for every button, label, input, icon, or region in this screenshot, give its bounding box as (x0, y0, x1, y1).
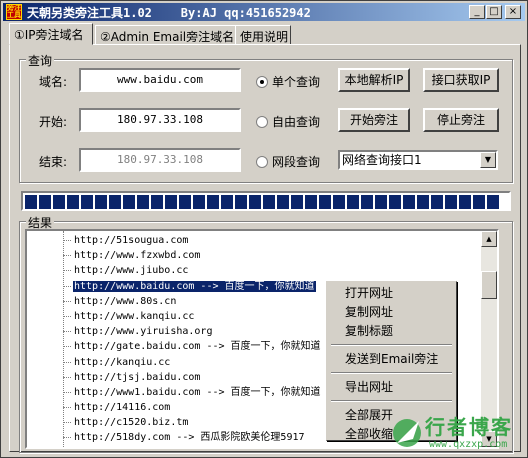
radio-single-label: 单个查询 (272, 75, 321, 89)
progress-block (53, 195, 65, 209)
api-get-ip-button[interactable]: 接口获取IP (423, 68, 499, 92)
tree-item-text: http://www.80s.cn (74, 295, 177, 307)
tree-item-text: http://kanqiu.cc (74, 356, 171, 368)
radio-free-query[interactable]: 自由查询 (256, 113, 320, 130)
progress-block (431, 195, 443, 209)
api-select-value: 网络查询接口1 (342, 153, 422, 167)
tree-item-text: http://tjsj.baidu.com (74, 371, 201, 383)
maximize-button[interactable]: □ (486, 5, 502, 19)
progress-block (81, 195, 93, 209)
context-menu-item[interactable]: 打开网址 (329, 284, 454, 303)
watermark-text: 行者博客 (425, 415, 513, 439)
progress-block (179, 195, 191, 209)
tree-item[interactable]: http://www.fzxwbd.com (27, 248, 483, 263)
context-menu-item[interactable]: 复制标题 (329, 322, 454, 341)
radio-dot-checked (256, 76, 268, 88)
radio-single-query[interactable]: 单个查询 (256, 73, 320, 90)
tree-item-text: http://www.yiruisha.org (74, 326, 213, 338)
progress-block (207, 195, 219, 209)
progress-block (263, 195, 275, 209)
chevron-down-icon[interactable]: ▼ (480, 152, 496, 168)
progress-block (319, 195, 331, 209)
radio-range-label: 网段查询 (272, 155, 321, 169)
tree-item-text: http://www.jiubo.cc (74, 265, 189, 277)
domain-input[interactable]: www.baidu.com (79, 68, 241, 92)
progress-block (445, 195, 457, 209)
progress-block (235, 195, 247, 209)
progress-block (487, 195, 499, 209)
progress-bar (21, 191, 511, 211)
progress-block (95, 195, 107, 209)
context-menu-item[interactable]: 复制网址 (329, 303, 454, 322)
progress-block (221, 195, 233, 209)
progress-block (39, 195, 51, 209)
tree-item-text: http://gate.baidu.com --> 百度一下，你就知道 (74, 341, 321, 353)
progress-block (333, 195, 345, 209)
progress-block (291, 195, 303, 209)
radio-range-query[interactable]: 网段查询 (256, 153, 320, 170)
title-bar[interactable]: 旁注工具 天朝另类旁注工具1.02 By:AJ qq:451652942 _ □… (3, 3, 525, 21)
tree-item-text: http://www.kanqiu.cc (74, 310, 195, 322)
minimize-button[interactable]: _ (469, 5, 485, 19)
tree-item-text: http://518dy.com --> 西瓜影院欧美伦理5917 (74, 432, 305, 444)
start-ip-input[interactable]: 180.97.33.108 (79, 108, 241, 132)
domain-label: 域名: (39, 75, 68, 89)
progress-block (193, 195, 205, 209)
close-button[interactable]: × (505, 5, 521, 19)
progress-block (389, 195, 401, 209)
tree-item-text: http://c1520.biz.tm (74, 417, 189, 429)
progress-block (67, 195, 79, 209)
query-group-label: 查询 (26, 52, 55, 69)
radio-free-label: 自由查询 (272, 115, 321, 129)
window-title: 天朝另类旁注工具1.02 By:AJ qq:451652942 (27, 6, 311, 20)
progress-block (403, 195, 415, 209)
radio-dot (256, 116, 268, 128)
tree-item[interactable]: http://www.jiubo.cc (27, 263, 483, 278)
tab-admin-email[interactable]: ②Admin Email旁注域名 (95, 25, 239, 45)
progress-block (123, 195, 135, 209)
menu-separator (331, 344, 452, 346)
menu-separator (331, 372, 452, 374)
context-menu-item[interactable]: 导出网址 (329, 378, 454, 397)
end-label: 结束: (39, 155, 68, 169)
main-window: 旁注工具 天朝另类旁注工具1.02 By:AJ qq:451652942 _ □… (0, 0, 528, 458)
progress-block (361, 195, 373, 209)
end-ip-input[interactable]: 180.97.33.108 (79, 148, 241, 172)
tree-item-text: http://51sougua.com (74, 235, 189, 246)
tree-item-text: http://www1.baidu.com --> 百度一下，你就知道 (74, 386, 321, 398)
progress-block (151, 195, 163, 209)
scroll-up-button[interactable]: ▲ (481, 231, 497, 247)
context-menu-item[interactable]: 发送到Email旁注 (329, 350, 454, 369)
progress-block (137, 195, 149, 209)
scroll-thumb[interactable] (481, 271, 497, 299)
tab-ip-domain[interactable]: ①IP旁注域名 (9, 23, 93, 45)
local-resolve-ip-button[interactable]: 本地解析IP (338, 68, 410, 92)
progress-block (277, 195, 289, 209)
progress-block (165, 195, 177, 209)
menu-separator (331, 400, 452, 402)
stop-side-scan-button[interactable]: 停止旁注 (423, 108, 499, 132)
progress-block (347, 195, 359, 209)
watermark-logo-icon (393, 419, 421, 447)
start-label: 开始: (39, 115, 68, 129)
progress-block (109, 195, 121, 209)
progress-block (459, 195, 471, 209)
app-icon: 旁注工具 (6, 4, 22, 20)
start-side-scan-button[interactable]: 开始旁注 (338, 108, 410, 132)
tree-item[interactable]: http://51sougua.com (27, 233, 483, 248)
watermark-url: www.qxzxp.com (429, 439, 508, 450)
progress-block (375, 195, 387, 209)
progress-block (249, 195, 261, 209)
tree-item-text: http://www.fzxwbd.com (74, 250, 201, 262)
watermark: 行者博客 www.qxzxp.com (389, 409, 525, 455)
api-select[interactable]: 网络查询接口1 ▼ (338, 150, 498, 170)
tree-item-text: http://www.baidu.com --> 百度一下，你就知道 (73, 280, 316, 292)
progress-block (305, 195, 317, 209)
progress-block (417, 195, 429, 209)
radio-dot (256, 156, 268, 168)
tree-item-text: http://14116.com (74, 402, 171, 414)
progress-block (25, 195, 37, 209)
progress-block (473, 195, 485, 209)
tab-help[interactable]: 使用说明 (235, 25, 291, 45)
